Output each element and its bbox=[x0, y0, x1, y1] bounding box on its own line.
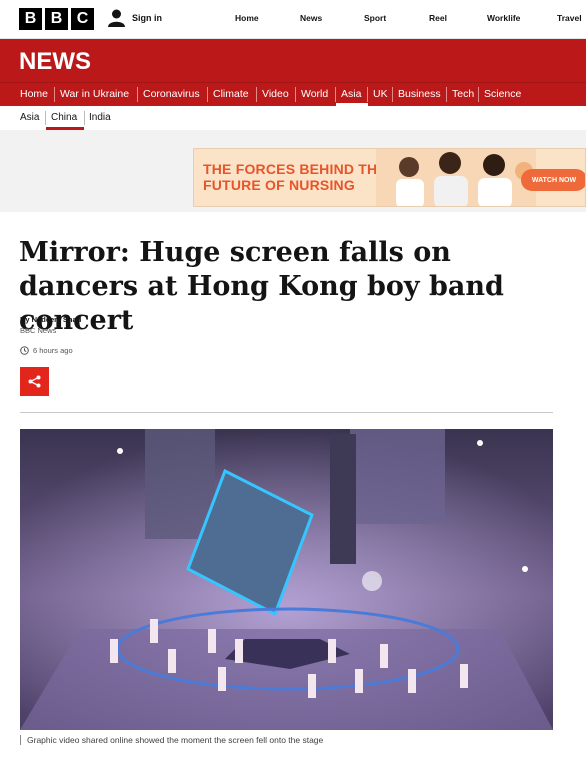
subnav-asia[interactable]: Asia bbox=[20, 112, 39, 123]
advertisement-banner[interactable]: THE FORCES BEHIND THE FUTURE OF NURSING … bbox=[193, 148, 586, 207]
topnav-news[interactable]: News bbox=[300, 13, 322, 23]
user-icon bbox=[108, 9, 125, 27]
topnav-sport[interactable]: Sport bbox=[364, 13, 386, 23]
article-headline: Mirror: Huge screen falls on dancers at … bbox=[19, 237, 504, 336]
nav-separator bbox=[295, 87, 296, 102]
logo-letter: B bbox=[45, 8, 68, 30]
nav-science[interactable]: Science bbox=[484, 88, 521, 100]
topnav-travel[interactable]: Travel bbox=[557, 13, 582, 23]
share-icon bbox=[28, 375, 41, 388]
author-organization: BBC News bbox=[20, 326, 57, 335]
nav-separator bbox=[54, 87, 55, 102]
subnav-china[interactable]: China bbox=[51, 112, 77, 123]
topnav-home[interactable]: Home bbox=[235, 13, 259, 23]
ad-headline-line-2: FUTURE OF NURSING bbox=[203, 177, 355, 193]
ad-headline-line-1: THE FORCES BEHIND THE bbox=[203, 161, 387, 177]
nav-separator bbox=[478, 87, 479, 102]
nav-separator bbox=[446, 87, 447, 102]
nav-climate[interactable]: Climate bbox=[213, 88, 249, 100]
ad-watch-now-button[interactable]: WATCH NOW bbox=[521, 169, 585, 191]
article-divider bbox=[20, 412, 553, 413]
ad-headline: THE FORCES BEHIND THE FUTURE OF NURSING bbox=[203, 161, 387, 193]
share-button[interactable] bbox=[20, 367, 49, 396]
nav-uk[interactable]: UK bbox=[373, 88, 388, 100]
clock-icon bbox=[20, 346, 29, 355]
nav-separator bbox=[137, 87, 138, 102]
subnav-separator bbox=[84, 111, 85, 125]
nav-separator bbox=[256, 87, 257, 102]
nav-business[interactable]: Business bbox=[398, 88, 441, 100]
nav-video[interactable]: Video bbox=[262, 88, 289, 100]
topnav-worklife[interactable]: Worklife bbox=[487, 13, 520, 23]
nav-separator bbox=[207, 87, 208, 102]
topnav-reel[interactable]: Reel bbox=[429, 13, 447, 23]
sub-navigation: Asia China India bbox=[0, 106, 586, 130]
nav-separator bbox=[392, 87, 393, 102]
nav-home[interactable]: Home bbox=[20, 88, 48, 100]
nav-separator bbox=[335, 87, 336, 102]
nav-world[interactable]: World bbox=[301, 88, 328, 100]
top-bar: B B C Sign in Home News Sport Reel Workl… bbox=[0, 0, 586, 39]
image-caption: Graphic video shared online showed the m… bbox=[20, 735, 323, 745]
timestamp-text: 6 hours ago bbox=[33, 346, 73, 355]
author-name: By Nadeem Shad bbox=[20, 315, 82, 324]
sign-in-label: Sign in bbox=[132, 13, 162, 23]
nav-separator bbox=[367, 87, 368, 102]
logo-letter: C bbox=[71, 8, 94, 30]
sign-in-link[interactable]: Sign in bbox=[108, 9, 162, 27]
subnav-india[interactable]: India bbox=[89, 112, 111, 123]
subnav-separator bbox=[45, 111, 46, 125]
news-navigation: Home War in Ukraine Coronavirus Climate … bbox=[0, 82, 586, 106]
article-image[interactable] bbox=[20, 429, 553, 730]
bbc-logo[interactable]: B B C bbox=[19, 8, 94, 30]
news-banner: NEWS bbox=[0, 39, 586, 82]
ad-nurses-image bbox=[376, 149, 536, 206]
nav-coronavirus[interactable]: Coronavirus bbox=[143, 88, 200, 100]
news-section-title[interactable]: NEWS bbox=[19, 48, 91, 76]
concert-stage-image bbox=[20, 429, 553, 730]
nav-tech[interactable]: Tech bbox=[452, 88, 474, 100]
nav-war-in-ukraine[interactable]: War in Ukraine bbox=[60, 88, 129, 100]
nav-asia[interactable]: Asia bbox=[341, 88, 361, 100]
article-timestamp: 6 hours ago bbox=[20, 346, 73, 355]
logo-letter: B bbox=[19, 8, 42, 30]
